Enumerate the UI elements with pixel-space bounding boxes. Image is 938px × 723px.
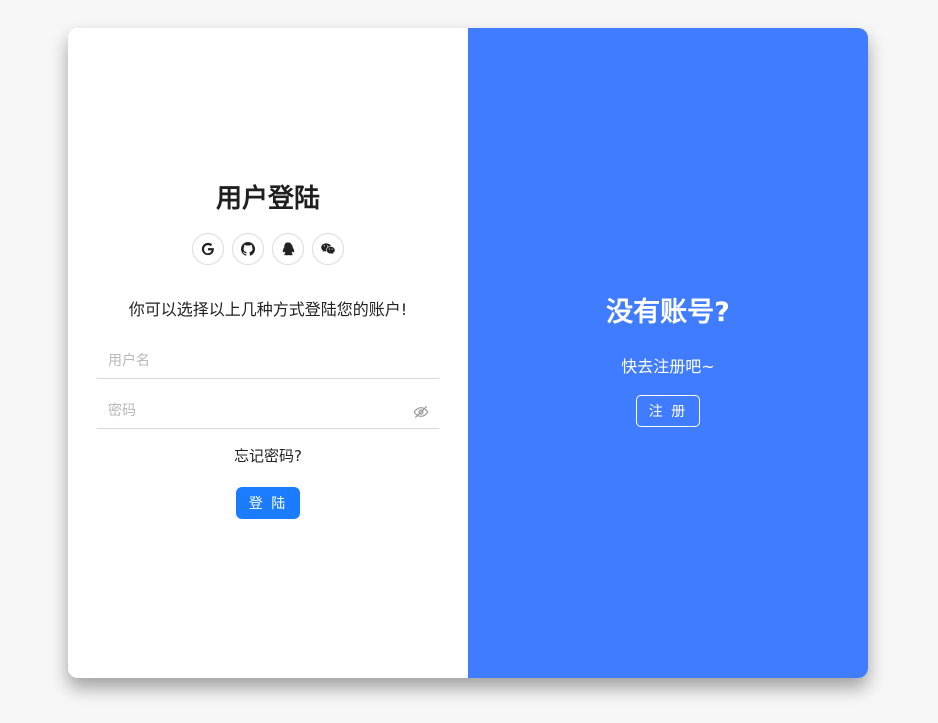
github-icon (241, 242, 256, 256)
qq-icon (282, 242, 295, 256)
qq-login-button[interactable] (272, 233, 304, 265)
google-login-button[interactable] (192, 233, 224, 265)
login-title: 用户登陆 (215, 184, 320, 214)
google-icon (201, 242, 214, 256)
login-panel: 用户登陆 你可以选择以上几种方式登陆您的账户! 用户名 忘记密码? 登 陆 (68, 28, 468, 678)
wechat-icon (321, 243, 335, 254)
login-button[interactable]: 登 陆 (236, 487, 300, 519)
wechat-login-button[interactable] (312, 233, 344, 265)
forgot-password-link[interactable]: 忘记密码? (68, 445, 468, 466)
password-input[interactable] (97, 393, 439, 428)
register-button[interactable]: 注 册 (636, 395, 700, 427)
register-title: 没有账号? (606, 297, 730, 328)
username-field (97, 343, 439, 379)
github-login-button[interactable] (232, 233, 264, 265)
eye-off-icon[interactable] (413, 404, 429, 420)
login-hint-text: 你可以选择以上几种方式登陆您的账户! (128, 300, 408, 319)
social-login-group (192, 233, 344, 265)
auth-card: 用户登陆 你可以选择以上几种方式登陆您的账户! 用户名 忘记密码? 登 陆 没有… (68, 28, 868, 678)
register-panel: 没有账号? 快去注册吧~ 注 册 (468, 28, 868, 678)
password-field (97, 393, 439, 429)
username-input[interactable] (97, 343, 439, 378)
register-subtitle: 快去注册吧~ (621, 357, 715, 376)
